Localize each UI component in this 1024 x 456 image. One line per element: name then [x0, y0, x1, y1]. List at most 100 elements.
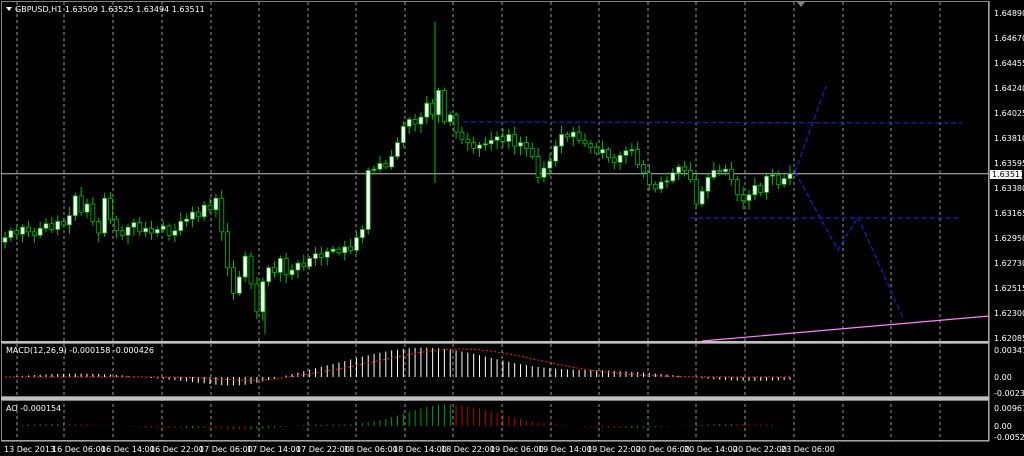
- candle-body: [248, 255, 254, 285]
- candle-body: [588, 143, 594, 148]
- candle-body: [313, 253, 318, 259]
- candle-body: [154, 229, 160, 234]
- candle-body: [459, 131, 465, 140]
- candle-body: [26, 226, 31, 233]
- candle-body: [652, 183, 658, 190]
- candle-body: [172, 230, 178, 236]
- time-tick: 16 Dec 06:00: [52, 445, 106, 454]
- time-tick: 19 Dec 14:00: [538, 445, 592, 454]
- candle-body: [55, 220, 61, 230]
- candle-body: [518, 142, 523, 147]
- time-tick: 20 Dec 22:00: [733, 445, 787, 454]
- candle-body: [605, 149, 611, 159]
- candle-body: [740, 194, 746, 201]
- time-tick: 16 Dec 22:00: [150, 445, 204, 454]
- candle-body: [213, 197, 219, 211]
- candle-body: [125, 226, 131, 236]
- candle-body: [395, 142, 400, 157]
- chart-header: GBPUSD,H1 1.63509 1.63525 1.63494 1.6351…: [6, 5, 205, 14]
- candle-body: [78, 195, 84, 213]
- candle-body: [775, 174, 781, 185]
- candle-body: [547, 160, 553, 169]
- time-tick: 19 Dec 22:00: [587, 445, 641, 454]
- price-tick: 1.64670: [994, 34, 1024, 43]
- chart-canvas[interactable]: [0, 0, 1024, 456]
- candle-body: [746, 194, 752, 201]
- candle-body: [184, 218, 190, 222]
- time-tick: 19 Dec 06:00: [490, 445, 544, 454]
- candle-body: [260, 281, 266, 313]
- current-price-tag: 1.63511: [990, 170, 1024, 179]
- candle-body: [582, 139, 588, 145]
- chart-shift-marker: [797, 2, 805, 7]
- main-pane-frame: [1, 1, 989, 342]
- candle-body: [143, 227, 148, 233]
- pane-separator: [1, 397, 989, 400]
- candle-body: [242, 255, 248, 278]
- candle-body: [471, 142, 477, 149]
- candle-body: [289, 269, 295, 276]
- candle-body: [424, 102, 430, 118]
- candle-body: [113, 218, 119, 232]
- candle-body: [670, 172, 676, 182]
- macd-tick: 0.00: [994, 373, 1012, 382]
- price-tick: 1.63595: [994, 159, 1024, 168]
- time-tick: 17 Dec 06:00: [199, 445, 253, 454]
- pane-separator: [1, 341, 989, 343]
- macd-title: MACD(12,26,9) -0.000158 -0.000426: [6, 346, 154, 355]
- candle-body: [67, 215, 72, 226]
- candle-body: [131, 222, 137, 228]
- candle-body: [365, 170, 371, 230]
- candle-body: [295, 262, 301, 271]
- time-tick: 17 Dec 22:00: [296, 445, 350, 454]
- ao-tick: -0.005212: [994, 433, 1024, 442]
- price-tick: 1.62515: [994, 284, 1024, 293]
- candle-body: [84, 203, 90, 213]
- time-tick: 18 Dec 14:00: [393, 445, 447, 454]
- dropdown-triangle-icon[interactable]: [6, 7, 12, 11]
- candle-body: [8, 230, 14, 239]
- candle-body: [266, 267, 272, 283]
- candle-body: [647, 172, 652, 185]
- candle-body: [535, 156, 541, 178]
- candle-body: [477, 144, 482, 149]
- candle-body: [190, 211, 195, 220]
- time-tick: 16 Dec 14:00: [101, 445, 155, 454]
- candle-body: [453, 114, 459, 133]
- candle-body: [676, 166, 682, 174]
- price-tick: 1.62085: [994, 334, 1024, 343]
- candle-body: [711, 170, 717, 178]
- candle-body: [500, 136, 506, 142]
- candle-body: [43, 223, 49, 229]
- candle-body: [102, 197, 107, 234]
- candle-body: [441, 90, 447, 123]
- candle-body: [201, 204, 207, 218]
- candle-body: [705, 176, 711, 192]
- ao-title: AO -0.000154: [6, 404, 62, 413]
- price-tick: 1.63810: [994, 134, 1024, 143]
- candle-body: [576, 131, 582, 141]
- candle-body: [61, 220, 66, 226]
- candle-body: [348, 246, 354, 251]
- time-tick: 20 Dec 06:00: [636, 445, 690, 454]
- candle-body: [96, 220, 102, 234]
- candle-body: [324, 251, 330, 258]
- candle-body: [149, 227, 154, 234]
- candle-body: [611, 157, 617, 163]
- candle-body: [447, 114, 453, 123]
- candle-body: [207, 204, 213, 211]
- candle-body: [301, 262, 307, 267]
- time-tick: 13 Dec 2013: [4, 445, 56, 454]
- symbol-label: GBPUSD,H1: [15, 5, 63, 14]
- macd-tick: -0.002316: [994, 389, 1024, 398]
- price-tick: 1.63380: [994, 184, 1024, 193]
- candle-body: [693, 179, 699, 205]
- candle-body: [119, 230, 125, 236]
- price-tick: 1.64240: [994, 84, 1024, 93]
- candle-body: [219, 197, 225, 233]
- candle-body: [635, 149, 641, 166]
- candle-body: [723, 168, 728, 172]
- candle-body: [283, 258, 289, 276]
- candle-body: [553, 145, 559, 162]
- candle-body: [529, 148, 535, 157]
